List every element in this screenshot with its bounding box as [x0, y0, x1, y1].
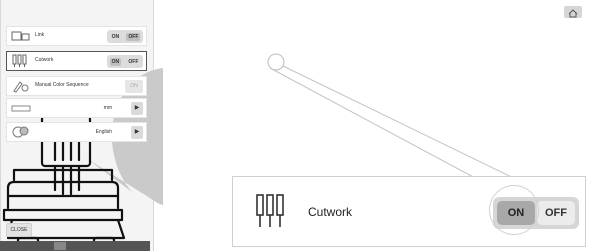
- highlight-circle: [489, 185, 539, 235]
- zoom-cutwork-label: Cutwork: [308, 205, 353, 219]
- zoom-callout: Cutwork ON OFF: [232, 176, 586, 247]
- cutwork-needles-icon: [256, 194, 284, 227]
- zoom-off-button[interactable]: OFF: [537, 201, 575, 225]
